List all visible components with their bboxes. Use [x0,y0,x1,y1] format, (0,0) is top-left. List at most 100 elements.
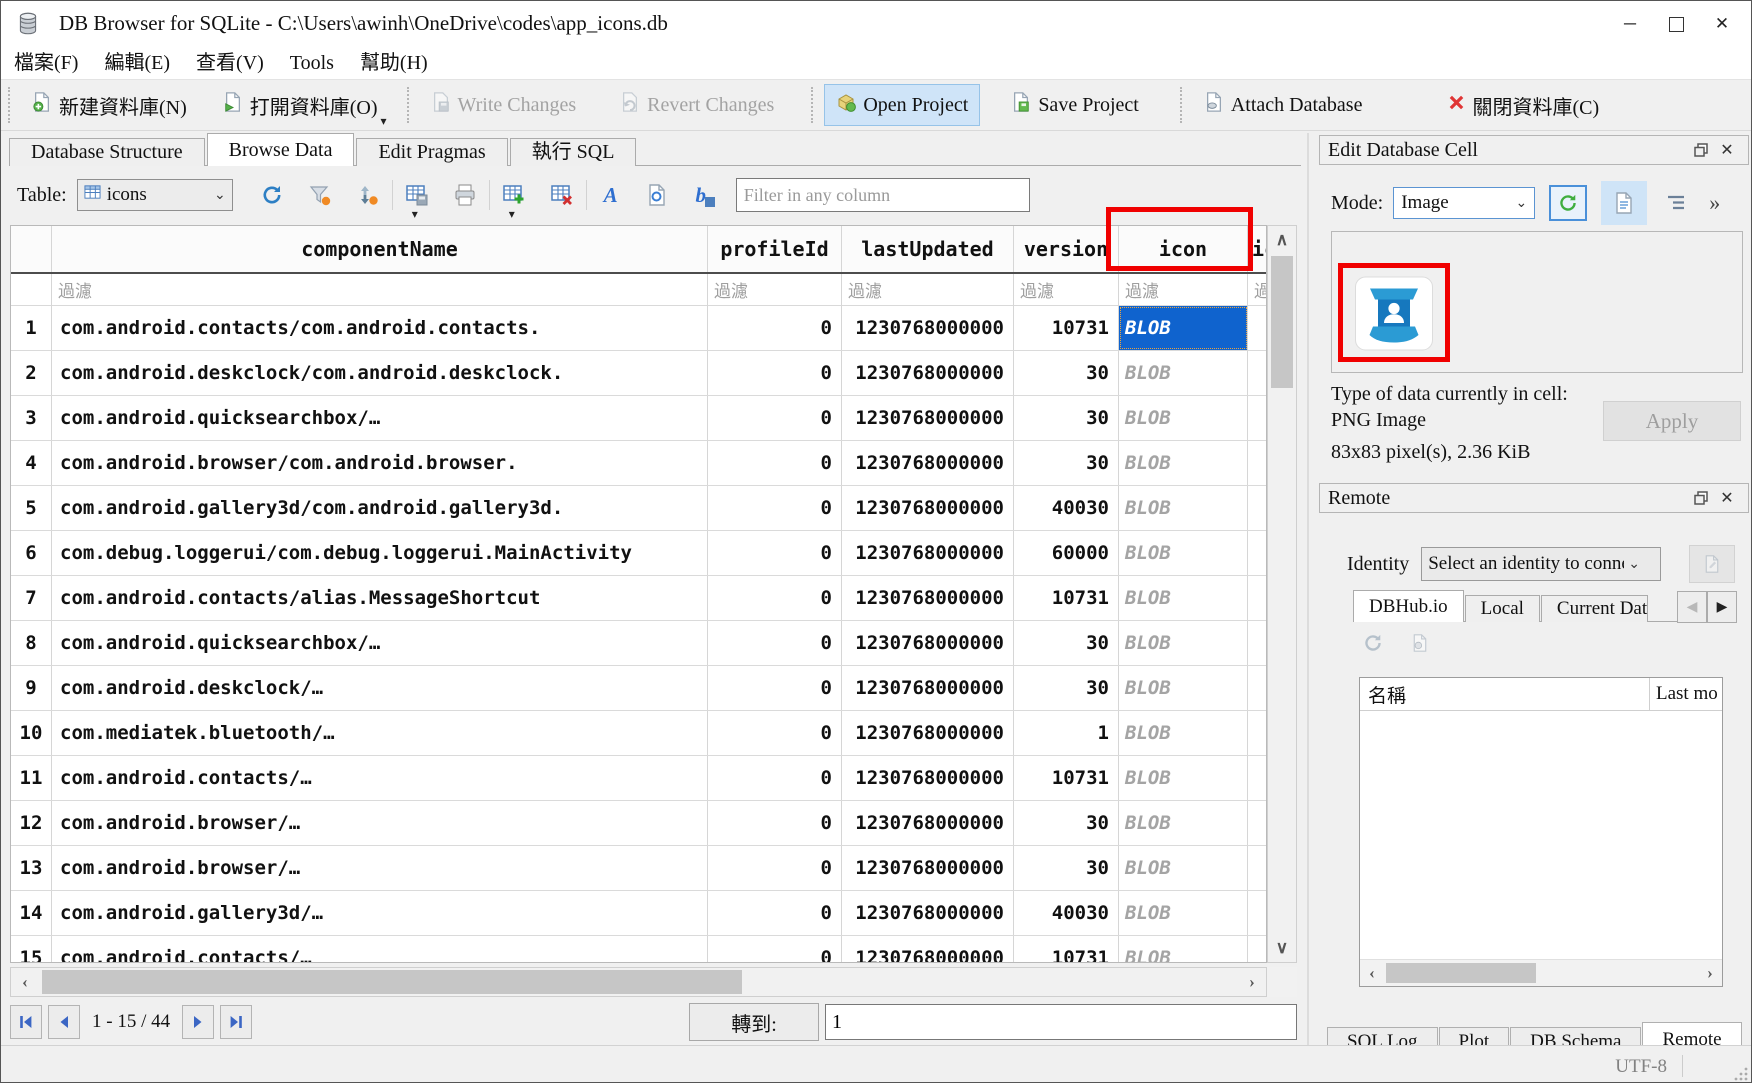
cell-overflow[interactable] [1248,891,1267,935]
attach-database-button[interactable]: Attach Database [1193,85,1374,125]
cell-profileId[interactable]: 0 [708,891,842,935]
text-view-button[interactable] [1601,181,1647,225]
filter-componentName[interactable]: 過濾 [52,274,708,306]
column-header-version[interactable]: version [1014,226,1119,272]
find-in-table-button[interactable] [642,180,672,210]
save-table-dropdown-icon[interactable]: ▾ [412,209,418,219]
cell-icon-blob[interactable]: BLOB [1119,621,1248,665]
cell-version[interactable]: 10731 [1014,756,1119,800]
cell-componentName[interactable]: com.android.contacts/… [52,936,708,963]
cell-version[interactable]: 30 [1014,846,1119,890]
cell-overflow[interactable] [1248,846,1267,890]
cell-icon-blob[interactable]: BLOB [1119,351,1248,395]
tab-browse-data[interactable]: Browse Data [207,133,355,166]
format-font-button[interactable]: A [596,180,626,210]
cell-version[interactable]: 1 [1014,711,1119,755]
menu-file[interactable]: 檔案(F) [1,47,91,80]
cell-overflow[interactable] [1248,756,1267,800]
cell-version[interactable]: 30 [1014,441,1119,485]
new-database-button[interactable]: 新建資料庫(N) [21,85,198,125]
cell-profileId[interactable]: 0 [708,621,842,665]
sort-button[interactable] [353,180,383,210]
cell-icon-blob[interactable]: BLOB [1119,801,1248,845]
row-number[interactable]: 10 [11,711,52,755]
goto-record-input[interactable] [825,1004,1297,1040]
resize-grip-icon[interactable] [1734,1066,1749,1081]
identity-settings-button[interactable] [1689,545,1735,583]
close-dock-icon[interactable]: ✕ [1714,488,1740,508]
tab-current-database[interactable]: Current Dat [1541,595,1648,622]
scroll-right-button[interactable]: › [1238,968,1266,996]
overflow-button[interactable]: » [1709,190,1720,216]
cell-lastUpdated[interactable]: 1230768000000 [842,891,1014,935]
dock-splitter[interactable] [1307,133,1309,1045]
identity-selector[interactable]: Select an identity to conne ⌄ [1421,547,1661,581]
cell-lastUpdated[interactable]: 1230768000000 [842,666,1014,710]
row-number[interactable]: 13 [11,846,52,890]
menu-edit[interactable]: 編輯(E) [91,47,183,80]
cell-lastUpdated[interactable]: 1230768000000 [842,441,1014,485]
goto-button[interactable]: 轉到: [689,1003,819,1041]
tab-scroll-right-button[interactable]: ▶ [1707,591,1737,623]
column-header-componentName[interactable]: componentName [52,226,708,272]
close-database-button[interactable]: 關閉資料庫(C) [1437,85,1610,125]
cell-profileId[interactable]: 0 [708,801,842,845]
tab-execute-sql[interactable]: 執行 SQL [510,138,637,166]
next-record-button[interactable] [182,1005,214,1039]
cell-version[interactable]: 10731 [1014,936,1119,963]
scroll-left-button[interactable]: ‹ [1360,961,1384,985]
cell-icon-blob[interactable]: BLOB [1119,531,1248,575]
clear-filters-button[interactable] [305,180,335,210]
cell-lastUpdated[interactable]: 1230768000000 [842,486,1014,530]
cell-overflow[interactable] [1248,396,1267,440]
cell-overflow[interactable] [1248,666,1267,710]
cell-icon-blob[interactable]: BLOB [1119,306,1248,350]
tab-local[interactable]: Local [1465,595,1540,622]
cell-version[interactable]: 30 [1014,351,1119,395]
cell-overflow[interactable] [1248,621,1267,665]
cell-overflow[interactable] [1248,801,1267,845]
tab-database-structure[interactable]: Database Structure [9,138,205,166]
remote-list-hscrollbar[interactable]: ‹ › [1360,959,1722,986]
apply-button[interactable]: Apply [1603,401,1741,441]
cell-componentName[interactable]: com.android.gallery3d/… [52,891,708,935]
column-header-lastUpdated[interactable]: lastUpdated [842,226,1014,272]
remote-list-column-lastmodified[interactable]: Last mo [1650,678,1722,710]
cell-componentName[interactable]: com.android.deskclock/… [52,666,708,710]
cell-icon-blob[interactable]: BLOB [1119,576,1248,620]
cell-overflow[interactable] [1248,486,1267,530]
cell-overflow[interactable] [1248,936,1267,963]
cell-componentName[interactable]: com.debug.loggerui/com.debug.loggerui.Ma… [52,531,708,575]
menu-view[interactable]: 查看(V) [183,47,277,80]
cell-componentName[interactable]: com.android.quicksearchbox/… [52,396,708,440]
cell-lastUpdated[interactable]: 1230768000000 [842,396,1014,440]
scroll-right-button[interactable]: › [1698,961,1722,985]
cell-overflow[interactable] [1248,351,1267,395]
cell-icon-blob[interactable]: BLOB [1119,711,1248,755]
maximize-button[interactable] [1653,6,1699,42]
tab-edit-pragmas[interactable]: Edit Pragmas [356,138,507,166]
row-number[interactable]: 12 [11,801,52,845]
cell-profileId[interactable]: 0 [708,666,842,710]
row-number[interactable]: 2 [11,351,52,395]
cell-icon-blob[interactable]: BLOB [1119,756,1248,800]
scroll-up-button[interactable]: ∧ [1268,226,1296,254]
cell-componentName[interactable]: com.android.browser/… [52,846,708,890]
cell-componentName[interactable]: com.android.browser/… [52,801,708,845]
cell-lastUpdated[interactable]: 1230768000000 [842,936,1014,963]
cell-overflow[interactable] [1248,306,1267,350]
cell-version[interactable]: 30 [1014,666,1119,710]
delete-record-button[interactable] [547,180,577,210]
cell-componentName[interactable]: com.android.contacts/alias.MessageShortc… [52,576,708,620]
mode-selector[interactable]: Image ⌄ [1393,187,1535,219]
minimize-button[interactable]: ─ [1607,6,1653,42]
cell-profileId[interactable]: 0 [708,711,842,755]
row-number[interactable]: 11 [11,756,52,800]
scroll-left-button[interactable]: ‹ [11,968,39,996]
print-button[interactable] [450,180,480,210]
cell-lastUpdated[interactable]: 1230768000000 [842,711,1014,755]
insert-record-button[interactable]: ▾ [499,180,529,210]
cell-icon-blob[interactable]: BLOB [1119,846,1248,890]
cell-overflow[interactable] [1248,441,1267,485]
float-dock-icon[interactable] [1688,491,1714,505]
